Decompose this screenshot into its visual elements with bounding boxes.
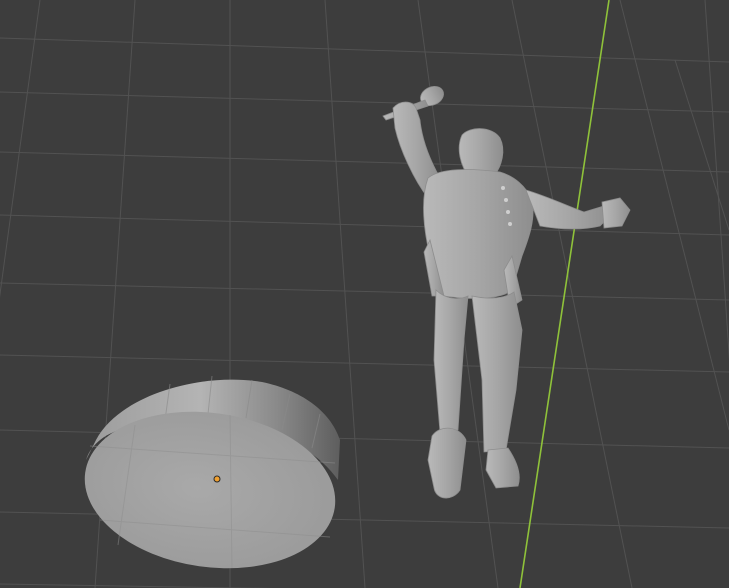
viewport-canvas[interactable] <box>0 0 729 588</box>
y-axis-line <box>519 0 610 588</box>
3d-viewport[interactable] <box>0 0 729 588</box>
statue-mesh[interactable] <box>382 83 631 499</box>
cylinder-mesh[interactable] <box>75 375 346 584</box>
object-origin-dot <box>213 475 221 483</box>
